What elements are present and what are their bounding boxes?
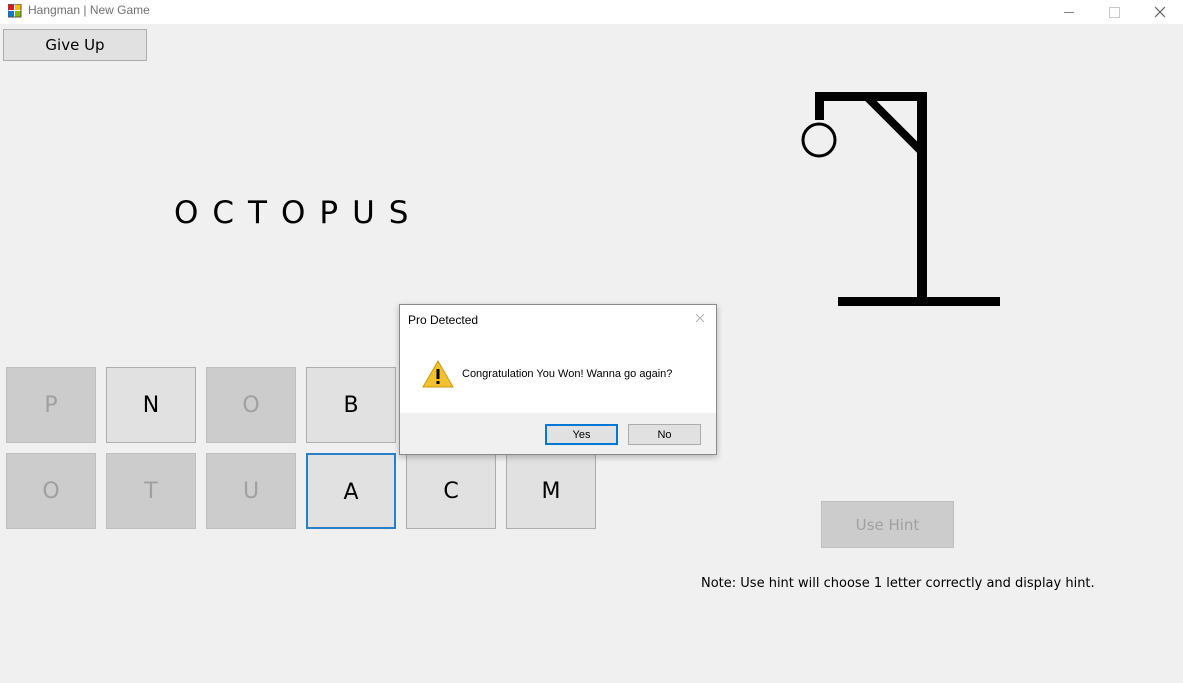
dialog-title: Pro Detected xyxy=(408,313,479,327)
minimize-icon xyxy=(1064,11,1074,13)
gallows-rope xyxy=(815,92,824,120)
no-button[interactable]: No xyxy=(628,424,701,445)
hangman-head xyxy=(801,122,837,158)
letter-key-a[interactable]: A xyxy=(306,453,396,529)
gallows-brace xyxy=(862,92,924,154)
window-title: Hangman | New Game xyxy=(28,3,150,17)
dialog-close-icon[interactable] xyxy=(693,311,707,325)
maximize-button[interactable] xyxy=(1091,0,1137,24)
close-button[interactable] xyxy=(1137,0,1183,24)
letter-key-u[interactable]: U xyxy=(206,453,296,529)
letter-key-m[interactable]: M xyxy=(506,453,596,529)
app-icon xyxy=(8,4,22,18)
hint-note: Note: Use hint will choose 1 letter corr… xyxy=(701,576,1095,591)
letter-key-b[interactable]: B xyxy=(306,367,396,443)
dialog-body: Pro Detected Congratulation You Won! Wan… xyxy=(400,305,716,413)
use-hint-button[interactable]: Use Hint xyxy=(821,501,954,548)
letter-key-n[interactable]: N xyxy=(106,367,196,443)
close-icon xyxy=(1154,6,1166,18)
gallows-base xyxy=(838,297,1000,306)
letter-key-c[interactable]: C xyxy=(406,453,496,529)
letter-key-o[interactable]: O xyxy=(6,453,96,529)
yes-button[interactable]: Yes xyxy=(545,424,618,445)
minimize-button[interactable] xyxy=(1046,0,1092,24)
letter-key-p[interactable]: P xyxy=(6,367,96,443)
title-bar: Hangman | New Game xyxy=(0,0,1183,24)
gallows-drawing xyxy=(801,92,1000,306)
gallows-post xyxy=(917,92,927,306)
word-display: OCTOPUS xyxy=(174,195,423,231)
letter-key-o[interactable]: O xyxy=(206,367,296,443)
warning-icon xyxy=(422,359,454,388)
maximize-icon xyxy=(1108,6,1120,18)
give-up-button[interactable]: Give Up xyxy=(3,29,147,61)
message-dialog: Pro Detected Congratulation You Won! Wan… xyxy=(399,304,717,455)
letter-key-t[interactable]: T xyxy=(106,453,196,529)
dialog-message: Congratulation You Won! Wanna go again? xyxy=(462,368,673,380)
